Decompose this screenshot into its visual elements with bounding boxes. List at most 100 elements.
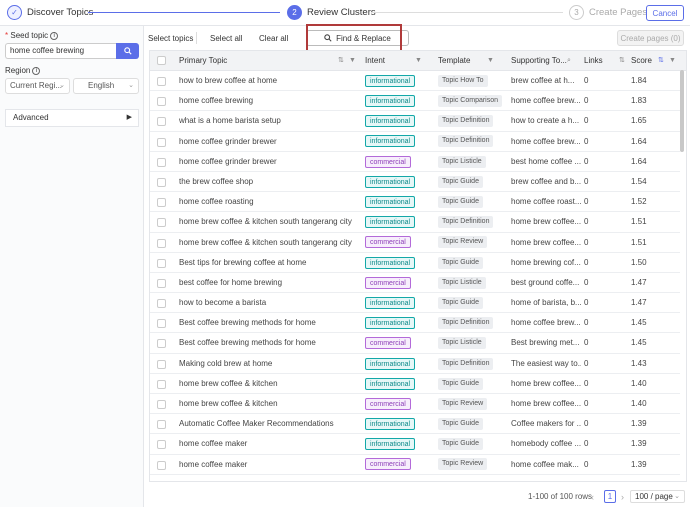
chevron-down-icon: ⌄	[674, 493, 680, 500]
filter-icon[interactable]: ▼	[349, 51, 356, 71]
info-icon[interactable]: i	[50, 31, 59, 40]
cancel-button[interactable]: Cancel	[646, 5, 684, 21]
table-row[interactable]: Best coffee brewing methods for home comm…	[150, 333, 680, 354]
template-cell: Topic Definition	[438, 132, 508, 152]
column-header-primary-topic[interactable]: Primary Topic ⇅ ▼	[179, 51, 359, 71]
page-number-button[interactable]: 1	[604, 490, 616, 503]
intent-badge: informational	[365, 196, 416, 209]
row-checkbox[interactable]	[157, 339, 166, 349]
table-row[interactable]: best coffee for home brewing commercial To…	[150, 273, 680, 294]
table-row[interactable]: home coffee roasting informational Topic G…	[150, 192, 680, 213]
row-checkbox[interactable]	[157, 198, 166, 208]
filter-icon[interactable]: ▼	[487, 51, 494, 71]
advanced-toggle[interactable]: Advanced ▶	[5, 109, 139, 127]
column-header-template[interactable]: Template ▼	[438, 51, 505, 71]
row-checkbox[interactable]	[157, 460, 166, 470]
template-tag: Topic Guide	[438, 438, 483, 451]
step-review-clusters[interactable]: 2 Review Clusters	[287, 5, 376, 20]
row-checkbox[interactable]	[157, 359, 166, 369]
sort-icon[interactable]: ⇅	[658, 51, 664, 71]
step-create-pages[interactable]: 3 Create Pages	[569, 5, 647, 20]
filter-icon[interactable]: ▼	[669, 51, 676, 71]
row-checkbox[interactable]	[157, 218, 166, 228]
score-cell: 1.51	[631, 237, 647, 247]
sort-icon[interactable]: ⇅	[338, 51, 344, 71]
table-row[interactable]: home coffee brewing informational Topic Co…	[150, 91, 680, 112]
column-header-score[interactable]: Score ⇅ ▼	[631, 51, 681, 71]
row-checkbox[interactable]	[157, 420, 166, 430]
step-label: Create Pages	[589, 7, 648, 18]
table-row[interactable]: home brew coffee & kitchen south tangera…	[150, 233, 680, 253]
intent-cell: informational	[365, 212, 435, 232]
links-cell: 0	[584, 96, 589, 106]
table-row[interactable]: home coffee grinder brewer commercial Topi…	[150, 152, 680, 172]
search-button[interactable]	[116, 43, 139, 59]
table-row[interactable]: how to become a barista informational Topi…	[150, 293, 680, 314]
row-checkbox[interactable]	[157, 157, 166, 167]
table-row[interactable]: Best coffee brewing methods for home info…	[150, 313, 680, 334]
column-header-intent[interactable]: Intent ▼	[365, 51, 432, 71]
clear-all-button[interactable]: Clear all	[259, 34, 288, 43]
table-row[interactable]: how to brew coffee at home informational T…	[150, 71, 680, 92]
intent-cell: informational	[365, 374, 435, 394]
table-row[interactable]: Best tips for brewing coffee at home info…	[150, 253, 680, 273]
template-tag: Topic Guide	[438, 418, 483, 431]
filter-icon[interactable]: ▼	[415, 51, 422, 71]
supporting-topics-cell: brew coffee at h...	[511, 76, 575, 85]
row-checkbox[interactable]	[157, 379, 166, 389]
create-pages-button[interactable]: Create pages (0)	[617, 30, 684, 46]
row-checkbox[interactable]	[157, 258, 166, 268]
column-header-links[interactable]: Links ⇅	[584, 51, 626, 71]
search-icon[interactable]: ⌕	[567, 51, 571, 71]
row-checkbox[interactable]	[157, 97, 166, 107]
seed-topic-input[interactable]: home coffee brewing	[5, 43, 116, 59]
table-row[interactable]: the brew coffee shop informational Topic G…	[150, 172, 680, 193]
sort-icon[interactable]: ⇅	[619, 51, 625, 71]
table-row[interactable]: home brew coffee & kitchen commercial Topi…	[150, 394, 680, 415]
table-row[interactable]: home brew coffee & kitchen informational T…	[150, 374, 680, 394]
intent-badge: informational	[365, 95, 416, 108]
step-number: 2	[287, 5, 302, 20]
table-row[interactable]: Making cold brew at home informational Top…	[150, 354, 680, 374]
row-checkbox[interactable]	[157, 319, 166, 329]
vertical-scrollbar[interactable]	[680, 70, 684, 152]
row-checkbox[interactable]	[157, 299, 166, 309]
table-row[interactable]: home coffee maker commercial Topic Review h…	[150, 455, 680, 475]
table-row[interactable]: Automatic Coffee Maker Recommendations in…	[150, 414, 680, 435]
table-row[interactable]: what is a home barista setup informationa…	[150, 111, 680, 132]
table-row[interactable]: home brew coffee & kitchen south tangera…	[150, 212, 680, 233]
find-replace-button[interactable]: Find & Replace	[306, 30, 409, 46]
select-all-checkbox[interactable]	[157, 56, 166, 65]
select-all-button[interactable]: Select all	[210, 34, 242, 43]
row-checkbox[interactable]	[157, 177, 166, 187]
row-checkbox[interactable]	[157, 440, 166, 450]
links-cell: 0	[584, 217, 589, 227]
row-checkbox[interactable]	[157, 77, 166, 86]
template-tag: Topic Definition	[438, 357, 494, 370]
column-header-supporting-topics[interactable]: Supporting To... ⌕	[511, 51, 581, 71]
primary-topic-cell: Making cold brew at home	[179, 358, 273, 368]
template-tag: Topic Listicle	[438, 276, 486, 289]
next-page-icon[interactable]: ›	[621, 492, 624, 502]
table-row[interactable]: home coffee maker informational Topic Guid…	[150, 434, 680, 455]
row-checkbox[interactable]	[157, 400, 166, 409]
score-cell: 1.54	[631, 176, 647, 186]
score-cell: 1.47	[631, 277, 647, 287]
template-tag: Topic Guide	[438, 296, 483, 309]
step-discover-topics[interactable]: ✓ Discover Topics	[7, 5, 93, 20]
template-cell: Topic Listicle	[438, 152, 508, 172]
template-tag: Topic Listicle	[438, 155, 486, 168]
row-checkbox[interactable]	[157, 238, 166, 248]
language-select[interactable]: English ⌄	[73, 78, 139, 94]
row-checkbox[interactable]	[157, 137, 166, 147]
template-cell: Topic Guide	[438, 253, 508, 273]
info-icon[interactable]: i	[32, 66, 41, 75]
page-size-select[interactable]: 100 / page ⌄	[630, 490, 685, 503]
intent-badge: informational	[365, 438, 416, 451]
prev-page-icon[interactable]: ‹	[591, 492, 594, 502]
table-row[interactable]: home coffee grinder brewer informational T…	[150, 132, 680, 152]
divider	[196, 32, 197, 44]
region-select[interactable]: Current Regi... ⌄	[5, 78, 70, 94]
row-checkbox[interactable]	[157, 117, 166, 127]
row-checkbox[interactable]	[157, 278, 166, 288]
